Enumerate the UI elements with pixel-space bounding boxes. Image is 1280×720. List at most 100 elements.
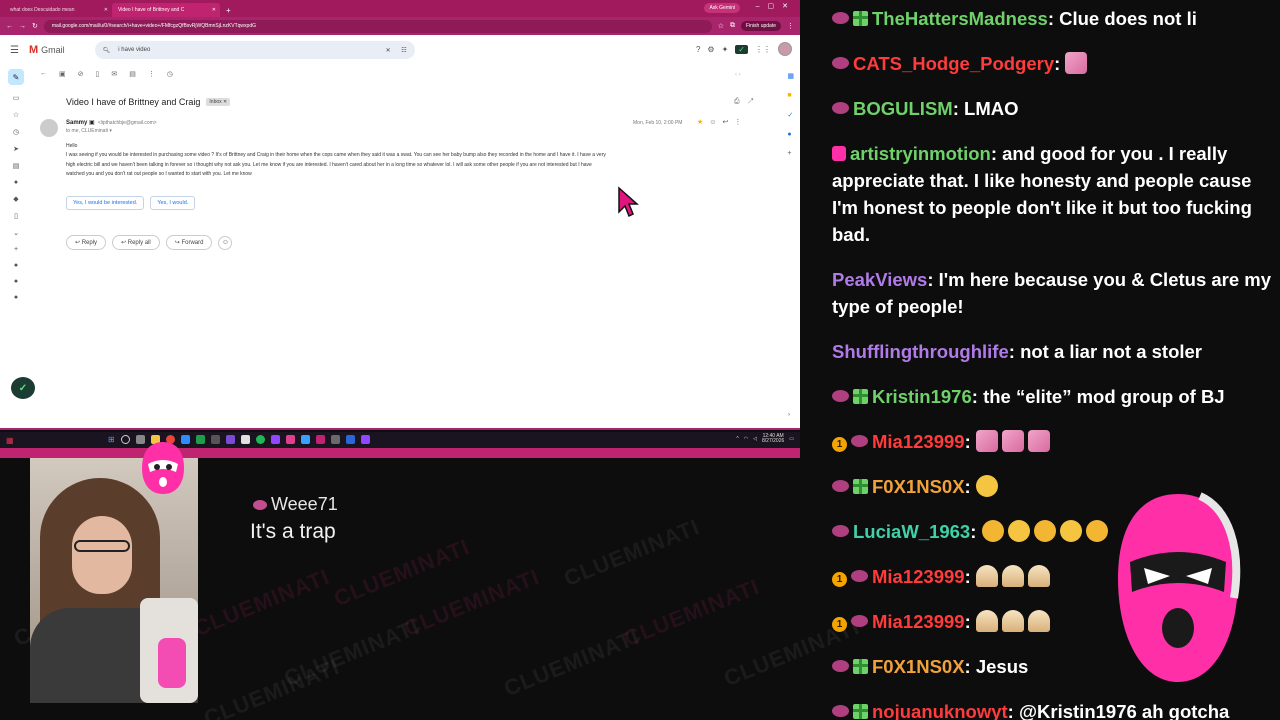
reload-icon[interactable]: ↻ xyxy=(32,22,38,30)
forward-icon[interactable]: → xyxy=(19,23,26,30)
gemini-sparkle-icon[interactable]: ✦ xyxy=(722,45,729,54)
app-icon[interactable] xyxy=(195,435,205,444)
print-icon[interactable]: ⎙ xyxy=(734,98,748,105)
bookmark-star-icon[interactable]: ☆ xyxy=(718,22,724,30)
reply-icon[interactable]: ↩ xyxy=(722,119,734,126)
keep-icon[interactable]: ■ xyxy=(787,92,794,99)
app-icon[interactable] xyxy=(300,435,310,444)
extension-logo-icon[interactable]: ✓ xyxy=(735,44,748,54)
cake-emote-icon xyxy=(1001,610,1024,632)
app-icon[interactable] xyxy=(360,435,370,444)
emoji-react-icon[interactable]: ☺ xyxy=(709,119,722,126)
search-icon[interactable] xyxy=(120,435,130,444)
tasks-icon[interactable]: ✓ xyxy=(787,111,794,119)
windows-start-icon[interactable]: ⊞ xyxy=(108,435,115,444)
extension-floating-logo[interactable]: ✓ xyxy=(11,377,35,399)
search-icon[interactable]: 🔍︎ xyxy=(103,47,111,54)
apps-grid-icon[interactable]: ⋮⋮ xyxy=(755,45,771,54)
reply-all-button[interactable]: ↩ Reply all xyxy=(112,235,160,250)
back-arrow-icon[interactable]: ← xyxy=(40,70,47,78)
drafts-icon[interactable]: ▤ xyxy=(13,162,20,170)
gmail-logo[interactable]: M Gmail xyxy=(29,44,65,56)
app-icon[interactable] xyxy=(345,435,355,444)
more-chevron-icon[interactable]: ⌄ xyxy=(13,229,19,237)
extensions-icon[interactable]: ⧉ xyxy=(730,22,735,30)
smart-reply-chip[interactable]: Yes, I would. xyxy=(150,196,196,210)
chat-badge-icon xyxy=(832,390,849,402)
reply-button[interactable]: ↩ Reply xyxy=(66,235,107,250)
back-icon[interactable]: ← xyxy=(6,23,13,30)
window-controls[interactable]: –▢✕ xyxy=(756,2,796,10)
forward-button[interactable]: ↪ Forward xyxy=(165,235,213,250)
label-icon[interactable]: ● xyxy=(14,262,18,269)
add-addon-icon[interactable]: + xyxy=(787,150,794,157)
app-icon[interactable] xyxy=(270,435,280,444)
add-label-icon[interactable]: + xyxy=(14,246,18,253)
open-new-window-icon[interactable]: ↗ xyxy=(748,98,762,105)
recipient-line[interactable]: to me, CLUEminati ▾ xyxy=(66,128,112,134)
sender-avatar[interactable] xyxy=(40,119,58,137)
inbox-label-chip[interactable]: Inbox ✕ xyxy=(206,98,231,106)
calendar-icon[interactable]: ▦ xyxy=(787,72,794,80)
url-field[interactable]: mail.google.com/mail/u/0/#search/i+have+… xyxy=(43,19,712,33)
scroll-right-icon[interactable]: › xyxy=(788,412,790,418)
snooze-icon[interactable]: ◷ xyxy=(167,70,173,78)
new-tab-icon[interactable]: + xyxy=(220,6,237,17)
tray-chevron-icon[interactable]: ^ xyxy=(736,436,738,442)
widgets-icon[interactable]: ▦ xyxy=(6,436,14,445)
notification-icon[interactable]: ▭ xyxy=(789,436,794,442)
inbox-icon[interactable]: ▭ xyxy=(13,94,20,102)
browser-tab-active[interactable]: Video I have of Brittney and C ✕ xyxy=(112,3,220,17)
more-vert-icon[interactable]: ⋮ xyxy=(734,119,747,126)
app-icon[interactable] xyxy=(330,435,340,444)
gear-icon[interactable]: ⚙ xyxy=(707,45,714,54)
contacts-side-icon[interactable]: ● xyxy=(787,131,794,138)
search-input[interactable]: 🔍︎ i have video ✕ ☷ xyxy=(94,41,415,59)
sent-icon[interactable]: ➤ xyxy=(13,145,19,153)
trash-icon[interactable]: ▯ xyxy=(14,212,18,220)
app-icon[interactable] xyxy=(285,435,295,444)
taskbar-clock[interactable]: 12:40 AM 8/27/2026 xyxy=(762,434,784,444)
main-menu-icon[interactable]: ☰ xyxy=(10,45,19,56)
wifi-icon[interactable]: ◠ xyxy=(744,436,748,442)
snoozed-icon[interactable]: ◷ xyxy=(13,128,19,136)
contact-card-icon[interactable]: ▣ xyxy=(89,120,95,126)
app-icon[interactable] xyxy=(315,435,325,444)
avatar[interactable] xyxy=(778,42,792,56)
sender-name[interactable]: Sammy xyxy=(66,120,87,126)
compose-pencil-icon[interactable]: ✎ xyxy=(8,69,24,85)
app-icon[interactable] xyxy=(240,435,250,444)
label-icon[interactable]: ● xyxy=(14,278,18,285)
gift-sub-badge-icon xyxy=(853,479,868,494)
help-icon[interactable]: ? xyxy=(696,45,700,54)
volume-icon[interactable]: ◁ xyxy=(753,436,757,442)
starred-icon[interactable]: ☆ xyxy=(13,111,19,119)
emoji-reaction-icon[interactable]: ☺ xyxy=(218,235,233,250)
more-options-icon[interactable]: ⋮ xyxy=(148,70,155,78)
reply-all-icon: ↩ xyxy=(121,240,127,246)
app-icon[interactable] xyxy=(225,435,235,444)
tab-strip: what does Descuidado mean ✕ Video I have … xyxy=(0,0,800,17)
label-icon[interactable]: ● xyxy=(14,294,18,301)
browser-tab[interactable]: what does Descuidado mean ✕ xyxy=(4,3,112,17)
app-icon[interactable] xyxy=(255,435,265,444)
body-line: I was seeing if you would be interested … xyxy=(66,152,606,159)
finish-update-button[interactable]: Finish update xyxy=(740,21,781,31)
delete-icon[interactable]: ▯ xyxy=(96,70,100,78)
browser-menu-icon[interactable]: ⋮ xyxy=(787,22,794,30)
ask-gemini-button[interactable]: Ask Gemini xyxy=(704,3,740,13)
search-options-icon[interactable]: ☷ xyxy=(401,47,406,54)
mark-unread-icon[interactable]: ✉ xyxy=(111,70,117,78)
report-spam-icon[interactable]: ⊘ xyxy=(78,70,84,78)
label-icon[interactable]: ◆ xyxy=(13,195,18,203)
close-icon[interactable]: ✕ xyxy=(104,7,108,13)
smart-reply-chip[interactable]: Yes, I would be interested. xyxy=(66,196,145,210)
archive-icon[interactable]: ▣ xyxy=(59,70,66,78)
close-icon[interactable]: ✕ xyxy=(212,7,216,13)
move-to-icon[interactable]: ▤ xyxy=(129,70,136,78)
pager-arrows[interactable]: ‹ › xyxy=(735,72,741,78)
star-icon[interactable]: ★ xyxy=(697,119,709,126)
app-icon[interactable] xyxy=(210,435,220,444)
clear-search-icon[interactable]: ✕ xyxy=(386,47,391,54)
contacts-icon[interactable]: ● xyxy=(14,179,18,186)
